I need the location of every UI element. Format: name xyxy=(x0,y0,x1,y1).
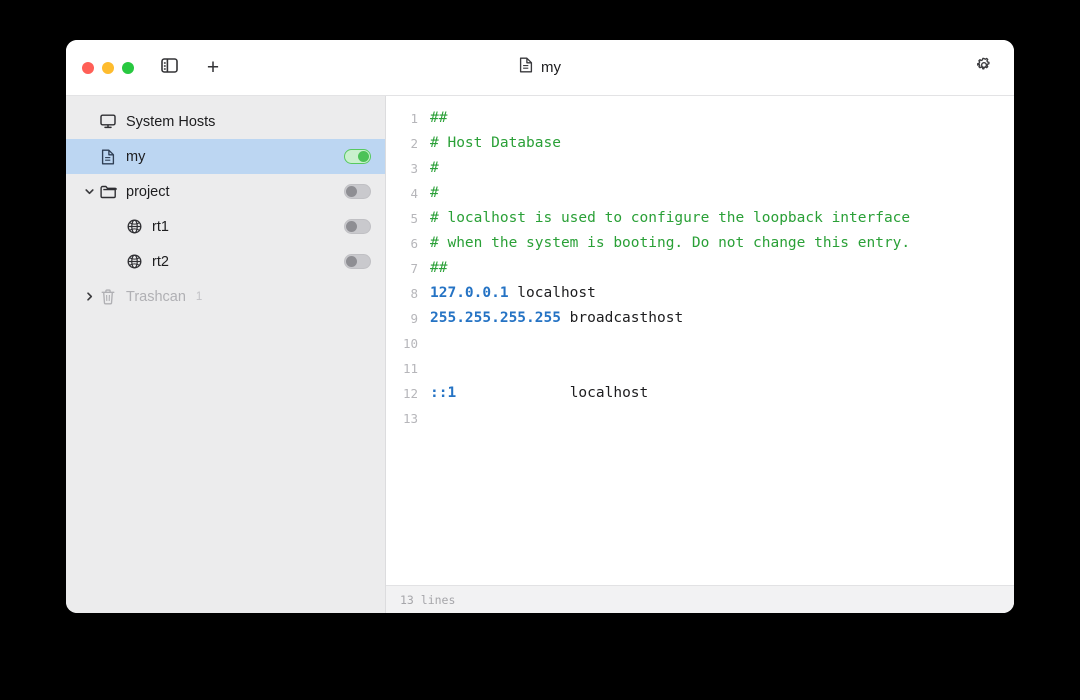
toggle-knob xyxy=(346,221,357,232)
code-line: # Host Database xyxy=(430,131,1014,156)
sidebar-item-label: my xyxy=(126,148,146,165)
folder-icon xyxy=(98,185,118,199)
line-number: 10 xyxy=(402,336,418,351)
display-icon xyxy=(98,114,118,129)
code-line: ::1 localhost xyxy=(430,381,1014,406)
globe-icon xyxy=(124,254,144,269)
sidebar-item-label: Trashcan xyxy=(126,288,186,305)
chevron-down-icon[interactable] xyxy=(80,186,98,197)
code-text[interactable]: ## # Host Database # # # localhost is us… xyxy=(418,106,1014,585)
globe-icon xyxy=(124,219,144,234)
toggle-knob xyxy=(346,186,357,197)
code-token-host: broadcasthost xyxy=(560,310,684,326)
code-token-comment: # when the system is booting. Do not cha… xyxy=(430,235,911,251)
sidebar-item-label: System Hosts xyxy=(126,113,216,130)
sidebar-item-label: rt2 xyxy=(152,253,169,270)
sidebar-item-system-hosts[interactable]: System Hosts xyxy=(66,104,385,139)
new-tab-button[interactable]: + xyxy=(200,55,226,81)
code-line: ## xyxy=(430,256,1014,281)
line-number: 2 xyxy=(410,136,418,151)
title-bar: + my xyxy=(66,40,1014,96)
plus-icon: + xyxy=(206,56,220,79)
line-number: 5 xyxy=(410,211,418,226)
window-body: System Hosts my project rt1 rt2 Trashcan… xyxy=(66,96,1014,613)
toggle-knob xyxy=(358,151,369,162)
sidebar-item-label: project xyxy=(126,183,170,200)
sidebar-item-label: rt1 xyxy=(152,218,169,235)
code-line: # xyxy=(430,156,1014,181)
code-area[interactable]: 1 2 3 4 5 6 7 8 9 10 11 12 13 ## # Host … xyxy=(386,96,1014,585)
line-number: 9 xyxy=(410,311,418,326)
sidebar-item-project[interactable]: project xyxy=(66,174,385,209)
code-line: 255.255.255.255 broadcasthost xyxy=(430,306,1014,331)
trashcan-count-badge: 1 xyxy=(195,290,203,303)
code-line: # when the system is booting. Do not cha… xyxy=(430,231,1014,256)
code-line: # xyxy=(430,181,1014,206)
code-token-comment: # xyxy=(430,185,439,201)
sidebar-toggle-button[interactable] xyxy=(156,55,182,81)
sidebar-toggle-icon xyxy=(160,57,178,78)
line-number: 3 xyxy=(410,161,418,176)
sidebar-item-toggle[interactable] xyxy=(344,254,371,269)
line-count-status: 13 lines xyxy=(400,592,456,607)
code-token-comment: ## xyxy=(430,260,448,276)
line-number: 8 xyxy=(410,286,418,301)
code-token-ip: ::1 xyxy=(430,385,457,401)
code-line: 127.0.0.1 localhost xyxy=(430,281,1014,306)
code-line: ## xyxy=(430,106,1014,131)
code-token-comment: ## xyxy=(430,110,448,126)
sidebar-item-rt1[interactable]: rt1 xyxy=(66,209,385,244)
line-number: 13 xyxy=(402,411,418,426)
line-number: 12 xyxy=(402,386,418,401)
minimize-window-button[interactable] xyxy=(102,61,114,74)
code-token-ip: 127.0.0.1 xyxy=(430,285,509,301)
gear-icon xyxy=(975,56,993,79)
settings-button[interactable] xyxy=(972,56,996,80)
code-token-comment: # Host Database xyxy=(430,135,561,151)
document-icon xyxy=(98,149,118,165)
line-number: 6 xyxy=(410,236,418,251)
line-number-gutter: 1 2 3 4 5 6 7 8 9 10 11 12 13 xyxy=(386,106,418,585)
line-number: 7 xyxy=(410,261,418,276)
status-bar: 13 lines xyxy=(386,585,1014,613)
maximize-window-button[interactable] xyxy=(122,61,134,74)
code-token-ip: 255.255.255.255 xyxy=(430,310,561,326)
window-title: my xyxy=(541,59,561,76)
chevron-right-icon[interactable] xyxy=(80,291,98,302)
trash-icon xyxy=(98,288,118,305)
code-token-comment: # localhost is used to configure the loo… xyxy=(430,210,911,226)
editor-pane: 1 2 3 4 5 6 7 8 9 10 11 12 13 ## # Host … xyxy=(386,96,1014,613)
sidebar-item-toggle[interactable] xyxy=(344,184,371,199)
close-window-button[interactable] xyxy=(82,61,94,74)
sidebar-item-trashcan[interactable]: Trashcan 1 xyxy=(66,279,385,314)
sidebar: System Hosts my project rt1 rt2 Trashcan… xyxy=(66,96,386,613)
traffic-lights xyxy=(82,61,134,74)
code-token-host: localhost xyxy=(508,285,596,301)
code-token-host: localhost xyxy=(456,385,649,401)
line-number: 11 xyxy=(402,361,418,376)
line-number: 4 xyxy=(410,186,418,201)
line-number: 1 xyxy=(410,111,418,126)
document-icon xyxy=(519,57,533,78)
code-token-comment: # xyxy=(430,160,439,176)
app-window: + my System Hosts my project rt1 rt2 Tra… xyxy=(66,40,1014,613)
toggle-knob xyxy=(346,256,357,267)
sidebar-item-toggle[interactable] xyxy=(344,149,371,164)
sidebar-item-my[interactable]: my xyxy=(66,139,385,174)
code-line: # localhost is used to configure the loo… xyxy=(430,206,1014,231)
sidebar-item-toggle[interactable] xyxy=(344,219,371,234)
sidebar-item-rt2[interactable]: rt2 xyxy=(66,244,385,279)
